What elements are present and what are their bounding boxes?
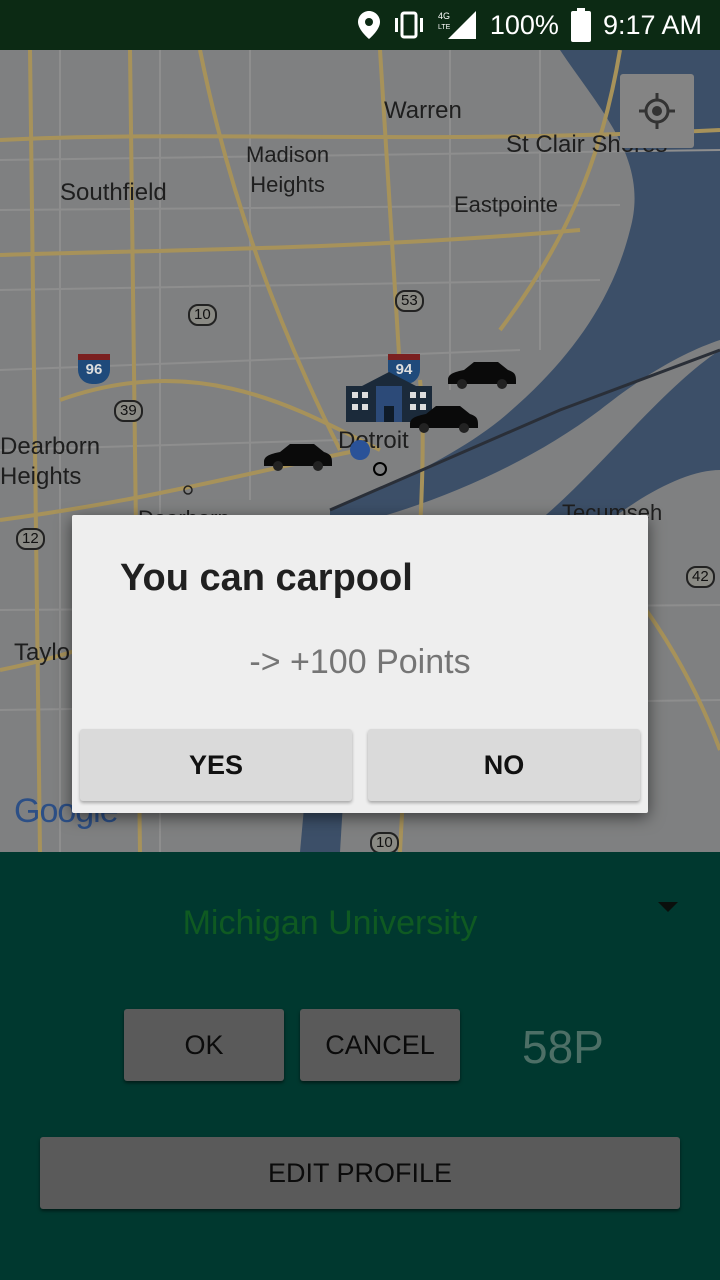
crosshair-icon bbox=[639, 93, 675, 129]
destination-dot-icon bbox=[373, 462, 387, 476]
map-point-icon bbox=[183, 485, 193, 495]
interstate-shield-96: 96 bbox=[78, 354, 110, 384]
map-label-madison-heights: Madison Heights bbox=[246, 142, 330, 197]
status-bar: 4G LTE 100% 9:17 AM bbox=[0, 0, 720, 50]
dialog-title: You can carpool bbox=[120, 557, 413, 599]
edit-profile-button[interactable]: EDIT PROFILE bbox=[40, 1137, 680, 1209]
route-shield-10: 10 bbox=[188, 304, 217, 326]
battery-icon bbox=[570, 8, 591, 42]
car-marker-icon[interactable] bbox=[446, 358, 518, 390]
route-shield-42: 42 bbox=[686, 566, 715, 588]
map-label-warren: Warren bbox=[384, 97, 462, 124]
route-shield-53: 53 bbox=[395, 290, 424, 312]
points-display: 58P bbox=[522, 1021, 604, 1073]
car-marker-icon[interactable] bbox=[262, 440, 334, 472]
bottom-panel: Michigan University OK CANCEL 58P EDIT P… bbox=[0, 852, 720, 1280]
yes-button[interactable]: YES bbox=[80, 729, 352, 801]
cancel-button[interactable]: CANCEL bbox=[300, 1009, 460, 1081]
route-shield-12: 12 bbox=[16, 528, 45, 550]
ok-button[interactable]: OK bbox=[124, 1009, 284, 1081]
destination-spinner-value[interactable]: Michigan University bbox=[0, 904, 660, 943]
vibrate-icon bbox=[392, 11, 426, 39]
svg-text:LTE: LTE bbox=[438, 24, 451, 31]
battery-percent: 100% bbox=[489, 9, 559, 40]
route-shield-39: 39 bbox=[114, 400, 143, 422]
carpool-dialog: You can carpool -> +100 Points YES NO bbox=[72, 515, 648, 813]
map-label-dearborn-heights: Dearborn Heights bbox=[0, 433, 101, 490]
svg-text:4G: 4G bbox=[438, 11, 450, 21]
map-label-taylor: Taylo bbox=[14, 639, 71, 666]
no-button[interactable]: NO bbox=[368, 729, 640, 801]
dropdown-arrow-icon[interactable] bbox=[658, 902, 678, 912]
map-label-eastpointe: Eastpointe bbox=[454, 192, 558, 217]
current-location-dot-icon bbox=[350, 440, 370, 460]
route-shield-10b: 10 bbox=[370, 832, 399, 852]
clock: 9:17 AM bbox=[602, 9, 702, 40]
map-label-southfield: Southfield bbox=[60, 179, 167, 206]
my-location-button[interactable] bbox=[620, 74, 694, 148]
dialog-message: -> +100 Points bbox=[249, 643, 471, 681]
signal-icon: 4G LTE bbox=[438, 9, 478, 41]
location-icon bbox=[357, 11, 380, 39]
car-marker-icon[interactable] bbox=[408, 402, 480, 434]
